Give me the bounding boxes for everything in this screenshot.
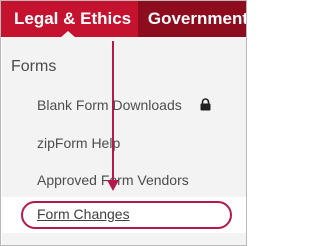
section-title-forms: Forms [11, 58, 57, 75]
menu-item-blank-form-downloads[interactable]: Blank Form Downloads [37, 97, 182, 113]
menu-item-zipform-help[interactable]: zipForm Help [37, 135, 120, 151]
tab-government[interactable]: Government [137, 1, 246, 37]
menu-item-form-changes[interactable]: Form Changes [37, 206, 130, 222]
lock-icon [200, 98, 211, 111]
menu-item-approved-form-vendors[interactable]: Approved Form Vendors [37, 172, 189, 188]
dropdown-caret [60, 31, 76, 38]
dropdown-screenshot: Legal & Ethics Government Forms Blank Fo… [0, 0, 247, 246]
top-nav: Legal & Ethics Government [1, 1, 246, 37]
